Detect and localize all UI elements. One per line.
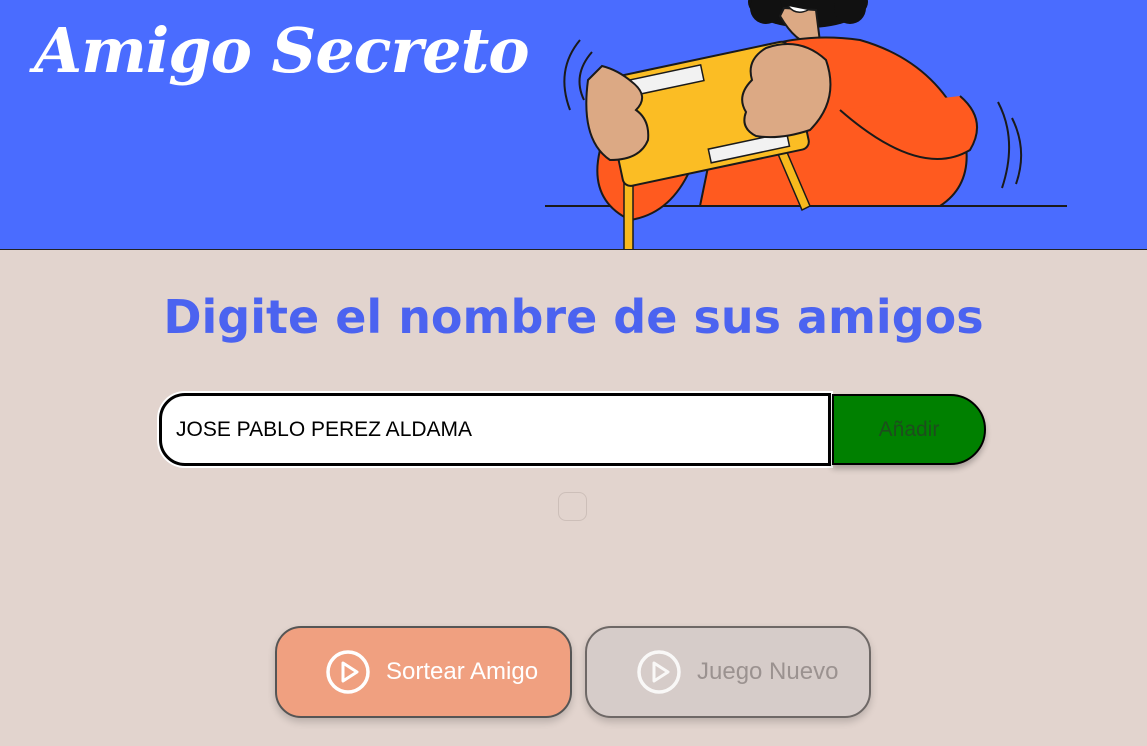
new-game-button[interactable]: Juego Nuevo: [585, 626, 871, 718]
add-friend-button[interactable]: Añadir: [832, 394, 986, 465]
new-game-label: Juego Nuevo: [697, 658, 839, 685]
app-title: Amigo Secreto: [34, 14, 530, 87]
friends-list: [558, 492, 587, 521]
play-circle-icon: [326, 650, 370, 694]
play-circle-icon: [637, 650, 681, 694]
friend-name-input[interactable]: [159, 393, 831, 466]
add-friend-row: Añadir: [159, 393, 987, 466]
person-game-console-illustration: [545, 0, 1067, 249]
draw-friend-label: Sortear Amigo: [386, 658, 539, 685]
draw-friend-button[interactable]: Sortear Amigo: [275, 626, 572, 718]
instructions-heading: Digite el nombre de sus amigos: [163, 290, 984, 344]
header-banner: Amigo Secreto: [0, 0, 1147, 250]
